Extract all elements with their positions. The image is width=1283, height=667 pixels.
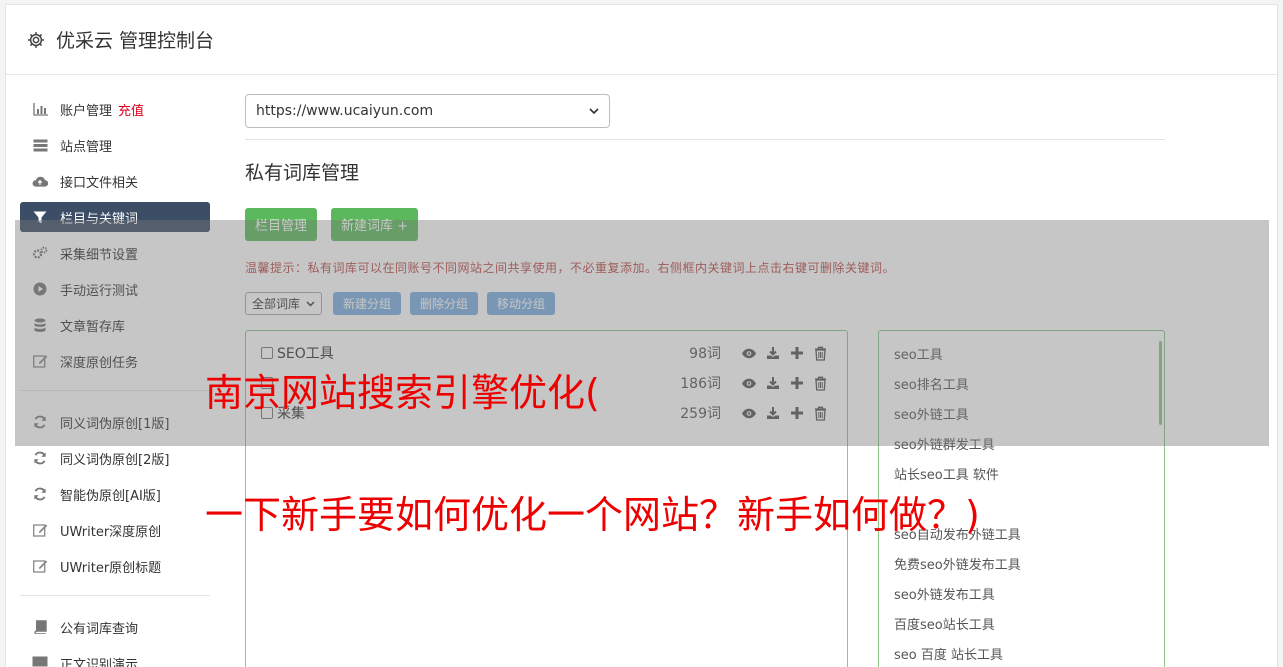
- edit-icon: [32, 522, 48, 538]
- site-select-value: https://www.ucaiyun.com: [256, 103, 434, 119]
- book-icon: [32, 619, 48, 635]
- sidebar-item-label: 正文识别演示: [60, 657, 139, 667]
- sidebar-item-synonym-v2[interactable]: 同义词伪原创[2版]: [20, 443, 210, 473]
- sidebar-item-uwriter-title[interactable]: UWriter原创标题: [20, 551, 210, 581]
- site-select[interactable]: https://www.ucaiyun.com: [245, 94, 610, 128]
- console-title: 优采云 管理控制台: [56, 30, 215, 52]
- sidebar-item-text-recognition[interactable]: 正文识别演示: [20, 648, 210, 667]
- cloud-upload-icon: [32, 173, 48, 189]
- headline-line-1: 南京网站搜索引擎优化(: [205, 371, 600, 415]
- overlay-band: [15, 220, 1269, 446]
- refresh-icon: [32, 450, 48, 466]
- sidebar-item-label: 站点管理: [60, 139, 113, 155]
- recharge-link[interactable]: 充值: [118, 100, 144, 119]
- page-title: 私有词库管理: [245, 162, 360, 184]
- keyword-item[interactable]: 百度seo站长工具: [879, 611, 1164, 641]
- headline-line-2: 一下新手要如何优化一个网站？新手如何做？): [205, 493, 980, 537]
- monitor-icon: [32, 655, 48, 667]
- server-icon: [32, 137, 48, 153]
- sidebar-item-label: UWriter原创标题: [60, 560, 162, 576]
- sidebar-item-interface-files[interactable]: 接口文件相关: [20, 166, 210, 196]
- keyword-item[interactable]: seo 百度 站长工具: [879, 641, 1164, 667]
- refresh-icon: [32, 486, 48, 502]
- keyword-item[interactable]: 免费seo外链发布工具: [879, 551, 1164, 581]
- sidebar-item-label: 接口文件相关: [60, 175, 139, 191]
- console-header: 优采云 管理控制台: [6, 5, 1277, 75]
- sidebar-item-label: 智能伪原创[AI版]: [60, 488, 161, 504]
- sidebar-divider: [20, 595, 210, 596]
- chevron-down-icon: [589, 107, 599, 114]
- sidebar-item-sites[interactable]: 站点管理: [20, 130, 210, 160]
- sidebar-item-label: UWriter深度原创: [60, 524, 162, 540]
- sidebar-item-account[interactable]: 账户管理 充值: [20, 94, 210, 124]
- sidebar-item-label: 公有词库查询: [60, 621, 139, 637]
- edit-icon: [32, 558, 48, 574]
- sidebar-item-ai-rewrite[interactable]: 智能伪原创[AI版]: [20, 479, 210, 509]
- sidebar-item-uwriter-deep[interactable]: UWriter深度原创: [20, 515, 210, 545]
- gear-icon: [28, 31, 44, 48]
- divider: [245, 139, 1165, 140]
- sidebar-item-label: 账户管理: [60, 103, 113, 119]
- bar-chart-icon: [32, 101, 48, 117]
- keyword-item[interactable]: seo外链发布工具: [879, 581, 1164, 611]
- sidebar-item-public-lexicon[interactable]: 公有词库查询: [20, 612, 210, 642]
- sidebar-item-label: 同义词伪原创[2版]: [60, 452, 170, 468]
